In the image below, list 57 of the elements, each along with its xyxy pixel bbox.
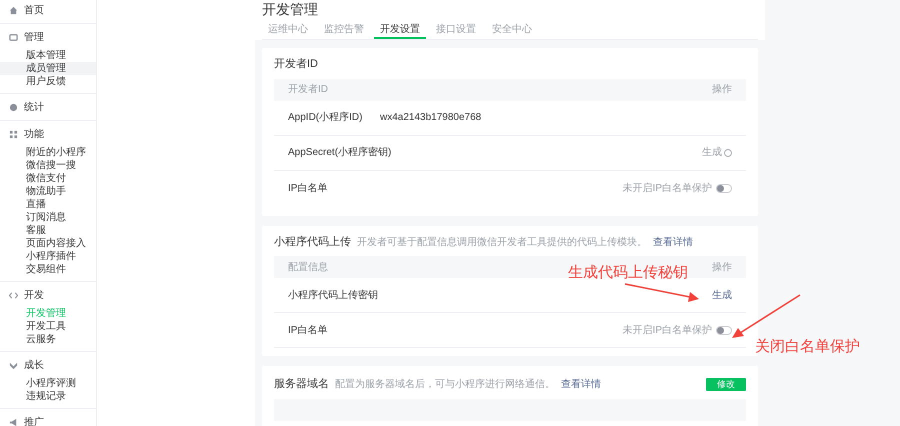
sidebar-item[interactable]: 微信搜一搜 <box>0 159 96 172</box>
sidebar-item[interactable]: 版本管理 <box>0 49 96 62</box>
sidebar-item[interactable]: 小程序插件 <box>0 250 96 263</box>
sidebar-item[interactable]: 云服务 <box>0 333 96 346</box>
sidebar-item[interactable]: 小程序评测 <box>0 377 96 390</box>
row-label: IP白名单 <box>288 324 328 338</box>
code-icon <box>9 291 18 300</box>
sidebar-item[interactable]: 用户反馈 <box>0 75 96 88</box>
annotation-text: 关闭白名单保护 <box>755 337 860 357</box>
page-title: 开发管理 <box>262 0 319 17</box>
generate-link[interactable]: 生成 <box>712 288 732 302</box>
sidebar-item[interactable]: 物流助手 <box>0 185 96 198</box>
card-title: 开发者ID <box>274 57 319 72</box>
help-icon <box>724 148 732 156</box>
column-header: 配置信息 <box>288 260 328 274</box>
sidebar-item[interactable]: 直播 <box>0 198 96 211</box>
home-icon <box>9 6 18 15</box>
sidebar-item[interactable]: 客服 <box>0 224 96 237</box>
sidebar-section-title[interactable]: 统计 <box>24 100 44 115</box>
annotation-text: 生成代码上传秘钥 <box>568 263 688 283</box>
sidebar-item[interactable]: 订阅消息 <box>0 211 96 224</box>
toggle-switch[interactable] <box>716 184 732 192</box>
sidebar-item[interactable]: 微信支付 <box>0 172 96 185</box>
sidebar-section-title[interactable]: 首页 <box>24 3 44 18</box>
sidebar-item[interactable]: 成员管理 <box>0 62 96 75</box>
column-header: 操作 <box>712 260 732 274</box>
card-description: 配置为服务器域名后，可与小程序进行网络通信。 <box>335 378 555 392</box>
row-label: AppSecret(小程序密钥) <box>288 146 392 160</box>
row-label: 小程序代码上传密钥 <box>288 288 378 302</box>
sidebar-item[interactable]: 违规记录 <box>0 390 96 403</box>
sidebar-section-title[interactable]: 功能 <box>24 127 44 142</box>
status-text: 未开启IP白名单保护 <box>622 324 712 338</box>
sidebar-item[interactable]: 附近的小程序 <box>0 146 96 159</box>
card-description: 开发者可基于配置信息调用微信开发者工具提供的代码上传模块。 <box>357 236 647 250</box>
column-header: 操作 <box>712 83 732 97</box>
card-title: 服务器域名 <box>274 377 329 392</box>
sidebar-section-title[interactable]: 开发 <box>24 288 44 303</box>
row-label: AppID(小程序ID) <box>288 110 364 125</box>
card-title: 小程序代码上传 <box>274 234 351 250</box>
sidebar-item[interactable]: 页面内容接入 <box>0 237 96 250</box>
inbox-icon <box>9 33 18 42</box>
sidebar-item[interactable]: 交易组件 <box>0 263 96 276</box>
details-link[interactable]: 查看详情 <box>653 234 693 250</box>
megaphone-icon <box>9 418 18 426</box>
sidebar-section-title[interactable]: 管理 <box>24 30 44 45</box>
sidebar-section-title[interactable]: 成长 <box>24 358 44 373</box>
chevron-down-icon <box>9 361 18 370</box>
sidebar-item[interactable]: 开发工具 <box>0 320 96 333</box>
column-header: 开发者ID <box>288 82 328 97</box>
toggle-switch[interactable] <box>716 326 732 334</box>
generate-text: 生成 <box>702 146 722 160</box>
appid-value: wx4a2143b17980e768 <box>380 111 482 125</box>
row-label: IP白名单 <box>288 182 328 196</box>
arrow-annotation <box>732 294 800 338</box>
status-text: 未开启IP白名单保护 <box>622 182 712 196</box>
grid-icon <box>9 130 18 139</box>
details-link[interactable]: 查看详情 <box>561 376 601 392</box>
